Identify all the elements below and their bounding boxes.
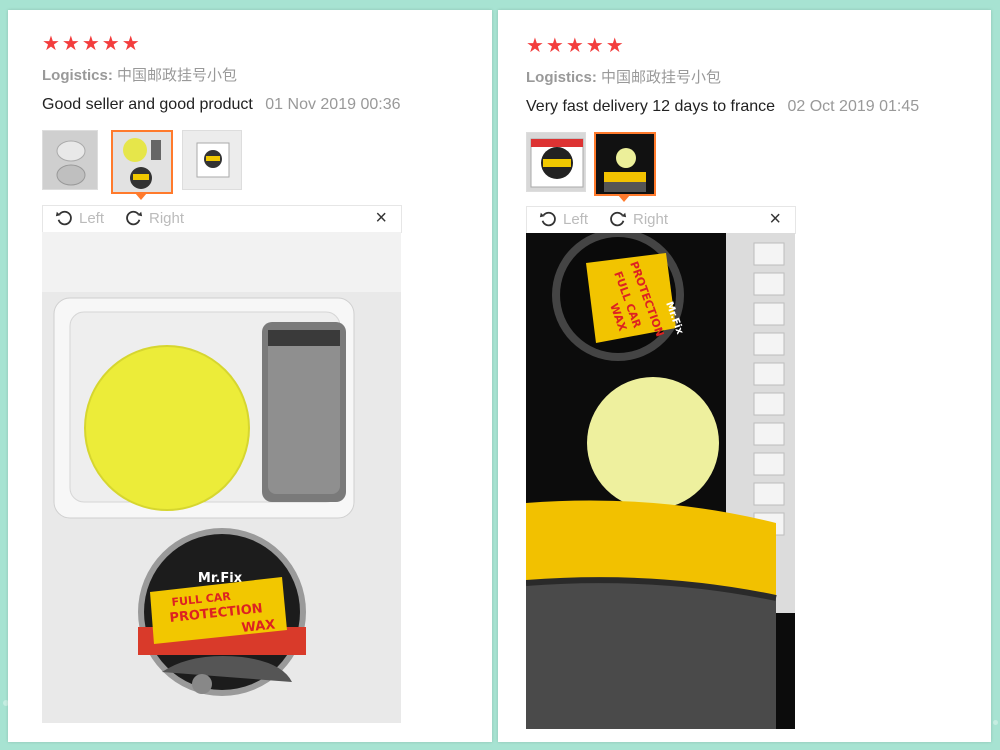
close-icon[interactable]: × bbox=[769, 208, 781, 231]
review-date: 02 Oct 2019 01:45 bbox=[787, 98, 920, 115]
rotate-left-label: Left bbox=[79, 209, 105, 227]
logistics-label: Logistics: bbox=[42, 67, 113, 84]
close-icon[interactable]: × bbox=[375, 207, 387, 230]
rotate-right-button[interactable]: Right bbox=[125, 209, 184, 227]
review-photo: FULL CAR PROTECTION WAX Mr.Fix bbox=[526, 233, 795, 729]
image-viewer-toolbar: Left Right × bbox=[526, 206, 796, 234]
logistics-label: Logistics: bbox=[526, 69, 597, 86]
rotate-left-icon bbox=[55, 210, 72, 226]
rotate-left-icon bbox=[539, 211, 556, 227]
background-speck bbox=[993, 720, 998, 725]
logistics-line: Logistics: 中国邮政挂号小包 bbox=[526, 66, 971, 87]
review-header: ★★★★★ Logistics: 中国邮政挂号小包 Good seller an… bbox=[42, 34, 472, 114]
logistics-line: Logistics: 中国邮政挂号小包 bbox=[42, 64, 472, 85]
rotate-right-icon bbox=[126, 210, 143, 226]
review-comment: Very fast delivery 12 days to france bbox=[526, 98, 776, 115]
thumbnail-2-active[interactable] bbox=[594, 132, 656, 196]
rotate-left-button[interactable]: Left bbox=[539, 210, 588, 228]
review-header: ★★★★★ Logistics: 中国邮政挂号小包 Very fast deli… bbox=[526, 36, 971, 116]
review-card-1: ★★★★★ Logistics: 中国邮政挂号小包 Good seller an… bbox=[8, 10, 492, 742]
thumbnail-1[interactable] bbox=[526, 132, 586, 192]
star-rating: ★★★★★ bbox=[526, 35, 626, 57]
rotate-right-icon bbox=[610, 211, 627, 227]
review-comment-line: Very fast delivery 12 days to france 02 … bbox=[526, 98, 971, 116]
thumbnail-2-active[interactable] bbox=[111, 130, 173, 194]
review-card-2: ★★★★★ Logistics: 中国邮政挂号小包 Very fast deli… bbox=[498, 10, 991, 742]
active-thumbnail-indicator bbox=[618, 195, 630, 202]
rotate-left-label: Left bbox=[563, 210, 589, 228]
active-thumbnail-indicator bbox=[135, 193, 147, 200]
thumbnail-1[interactable] bbox=[42, 130, 98, 190]
review-date: 01 Nov 2019 00:36 bbox=[265, 96, 401, 113]
rotate-right-label: Right bbox=[149, 209, 185, 227]
image-viewer-toolbar: Left Right × bbox=[42, 205, 402, 233]
rotate-right-button[interactable]: Right bbox=[609, 210, 668, 228]
rotate-right-label: Right bbox=[633, 210, 669, 228]
review-comment-line: Good seller and good product 01 Nov 2019… bbox=[42, 96, 472, 114]
thumbnail-3[interactable] bbox=[182, 130, 242, 190]
logistics-value: 中国邮政挂号小包 bbox=[117, 67, 238, 84]
review-photo: Mr.Fix FULL CAR PROTECTION WAX bbox=[42, 232, 401, 723]
logistics-value: 中国邮政挂号小包 bbox=[601, 69, 722, 86]
star-rating: ★★★★★ bbox=[42, 33, 142, 55]
review-comment: Good seller and good product bbox=[42, 96, 253, 113]
rotate-left-button[interactable]: Left bbox=[55, 209, 104, 227]
